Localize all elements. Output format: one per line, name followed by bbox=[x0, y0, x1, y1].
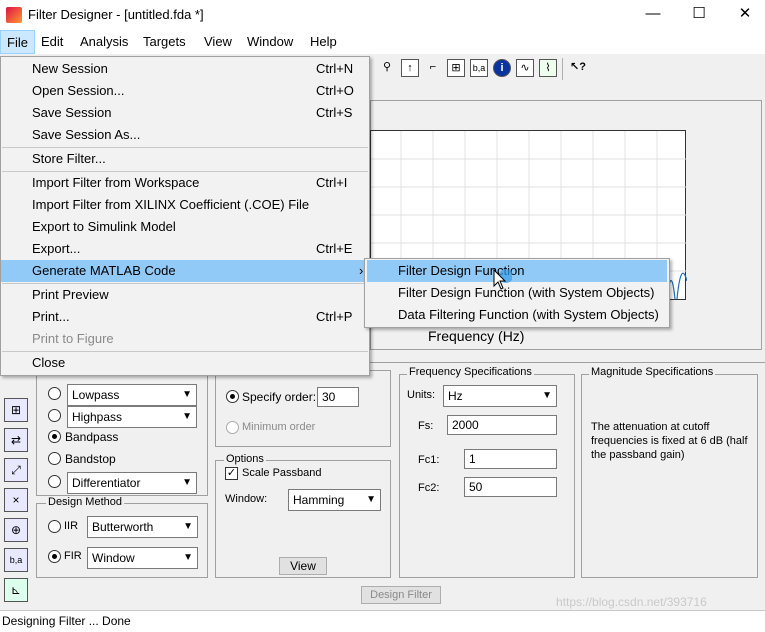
fc2-label: Fc2: bbox=[418, 482, 440, 494]
lowpass-select[interactable]: Lowpass ▼ bbox=[67, 384, 197, 406]
filter-order-group bbox=[215, 370, 391, 447]
iir-label: IIR bbox=[64, 520, 79, 532]
fs-label: Fs: bbox=[418, 420, 434, 432]
menu-new-session[interactable]: New Session Ctrl+N bbox=[1, 58, 369, 80]
scale-passband-label: Scale Passband bbox=[242, 467, 322, 479]
highpass-select[interactable]: Highpass ▼ bbox=[67, 406, 197, 428]
magnitude-specs-title: Magnitude Specifications bbox=[589, 366, 716, 378]
menu-close[interactable]: Close bbox=[1, 352, 369, 374]
status-bar: Designing Filter ... Done https://blog.c… bbox=[0, 595, 765, 632]
window-title: Filter Designer - [untitled.fda *] bbox=[28, 7, 204, 22]
maximize-button[interactable]: ☐ bbox=[676, 0, 722, 30]
info-icon[interactable]: i bbox=[493, 59, 511, 77]
view-button[interactable]: View bbox=[279, 557, 327, 575]
menu-targets[interactable]: Targets bbox=[137, 30, 192, 54]
design-filter-icon[interactable]: ⊞ bbox=[4, 398, 28, 422]
menu-view[interactable]: View bbox=[198, 30, 238, 54]
radio-highpass[interactable] bbox=[48, 409, 61, 422]
window-label: Window: bbox=[225, 493, 268, 505]
coefficients-icon[interactable]: b,a bbox=[470, 59, 488, 77]
impulse-response-icon[interactable]: ↑ bbox=[401, 59, 419, 77]
whats-this-icon[interactable]: ↖? bbox=[569, 59, 587, 77]
menu-generate-matlab-code[interactable]: Generate MATLAB Code › bbox=[1, 260, 369, 282]
menu-bar: File Edit Analysis Targets View Window H… bbox=[0, 30, 765, 54]
menu-print[interactable]: Print... Ctrl+P bbox=[1, 306, 369, 328]
magnitude-specs-group bbox=[581, 374, 758, 578]
design-filter-button[interactable]: Design Filter bbox=[361, 586, 441, 604]
watermark-text: https://blog.csdn.net/393716 bbox=[556, 595, 707, 609]
radio-lowpass[interactable] bbox=[48, 387, 61, 400]
step-response-icon[interactable]: ⌐ bbox=[424, 59, 442, 77]
fc2-input[interactable]: 50 bbox=[464, 477, 557, 497]
transform-filter-icon[interactable]: ⇄ bbox=[4, 428, 28, 452]
menu-export[interactable]: Export... Ctrl+E bbox=[1, 238, 369, 260]
submenu-data-filtering-function[interactable]: Data Filtering Function (with System Obj… bbox=[367, 304, 667, 326]
order-input[interactable]: 30 bbox=[317, 387, 359, 407]
radio-bandpass[interactable] bbox=[48, 430, 61, 443]
menu-analysis[interactable]: Analysis bbox=[74, 30, 134, 54]
title-bar: Filter Designer - [untitled.fda *] — ☐ ✕ bbox=[0, 0, 765, 30]
differentiator-select[interactable]: Differentiator ▼ bbox=[67, 472, 197, 494]
radio-iir[interactable] bbox=[48, 520, 61, 533]
radio-minimum-order[interactable] bbox=[226, 421, 239, 434]
radio-bandstop[interactable] bbox=[48, 452, 61, 465]
fir-method-select[interactable]: Window ▼ bbox=[87, 547, 198, 569]
frequency-specs-title: Frequency Specifications bbox=[407, 366, 534, 378]
fs-input[interactable]: 2000 bbox=[447, 415, 557, 435]
bandpass-label: Bandpass bbox=[65, 430, 119, 444]
submenu-filter-design-function[interactable]: Filter Design Function bbox=[367, 260, 667, 282]
menu-print-to-figure[interactable]: Print to Figure bbox=[1, 328, 369, 350]
menu-open-session[interactable]: Open Session... Ctrl+O bbox=[1, 80, 369, 102]
menu-print-preview[interactable]: Print Preview bbox=[1, 284, 369, 306]
fir-label: FIR bbox=[64, 550, 82, 562]
magnitude-response-icon[interactable]: ∿ bbox=[516, 59, 534, 77]
radio-fir[interactable] bbox=[48, 550, 61, 563]
radio-differentiator[interactable] bbox=[48, 475, 61, 488]
matlab-app-icon bbox=[6, 7, 22, 23]
iir-method-select[interactable]: Butterworth ▼ bbox=[87, 516, 198, 538]
fc1-label: Fc1: bbox=[418, 454, 440, 466]
pole-zero-editor-icon[interactable]: × bbox=[4, 488, 28, 512]
menu-help[interactable]: Help bbox=[304, 30, 343, 54]
mouse-cursor-icon bbox=[492, 268, 513, 292]
magnitude-specs-text: The attenuation at cutoff frequencies is… bbox=[591, 421, 748, 461]
create-multirate-icon[interactable]: ⤢ bbox=[4, 458, 28, 482]
quantize-filter-icon[interactable]: b,a bbox=[4, 548, 28, 572]
menu-store-filter[interactable]: Store Filter... bbox=[1, 148, 369, 170]
specify-order-label: Specify order: bbox=[242, 390, 317, 404]
design-method-title: Design Method bbox=[46, 496, 124, 508]
menu-save-session[interactable]: Save Session Ctrl+S bbox=[1, 102, 369, 124]
window-select[interactable]: Hamming ▼ bbox=[288, 489, 381, 511]
menu-file[interactable]: File bbox=[0, 30, 35, 54]
menu-window[interactable]: Window bbox=[241, 30, 299, 54]
menu-export-simulink[interactable]: Export to Simulink Model bbox=[1, 216, 369, 238]
phase-response-icon[interactable]: ⌇ bbox=[539, 59, 557, 77]
import-filter-icon[interactable]: ⊕ bbox=[4, 518, 28, 542]
radio-specify-order[interactable] bbox=[226, 390, 239, 403]
minimize-button[interactable]: — bbox=[630, 0, 676, 30]
generate-code-submenu: Filter Design Function Filter Design Fun… bbox=[364, 258, 670, 328]
toolbar: ⚲ ↑ ⌐ ⊞ b,a i ∿ ⌇ ↖? bbox=[370, 56, 765, 82]
file-menu: New Session Ctrl+N Open Session... Ctrl+O … bbox=[0, 56, 370, 376]
menu-edit[interactable]: Edit bbox=[35, 30, 69, 54]
options-title: Options bbox=[224, 453, 266, 465]
menu-import-xilinx[interactable]: Import Filter from XILINX Coefficient (.… bbox=[1, 194, 369, 216]
fc1-input[interactable]: 1 bbox=[464, 449, 557, 469]
close-window-button[interactable]: ✕ bbox=[722, 0, 765, 30]
toolbar-separator bbox=[562, 58, 563, 80]
submenu-filter-design-system-objects[interactable]: Filter Design Function (with System Obje… bbox=[367, 282, 667, 304]
scale-passband-checkbox[interactable]: ✓ bbox=[225, 467, 238, 480]
realize-model-icon[interactable]: ⊾ bbox=[4, 578, 28, 602]
x-axis-label: Frequency (Hz) bbox=[428, 328, 525, 344]
pole-zero-icon[interactable]: ⚲ bbox=[378, 59, 396, 77]
minimum-order-label: Minimum order bbox=[242, 421, 316, 433]
status-text: Designing Filter ... Done bbox=[2, 614, 131, 628]
grid-icon[interactable]: ⊞ bbox=[447, 59, 465, 77]
bandstop-label: Bandstop bbox=[65, 452, 116, 466]
menu-import-workspace[interactable]: Import Filter from Workspace Ctrl+I bbox=[1, 172, 369, 194]
menu-save-session-as[interactable]: Save Session As... bbox=[1, 124, 369, 146]
units-label: Units: bbox=[407, 389, 436, 401]
units-select[interactable]: Hz ▼ bbox=[443, 385, 557, 407]
